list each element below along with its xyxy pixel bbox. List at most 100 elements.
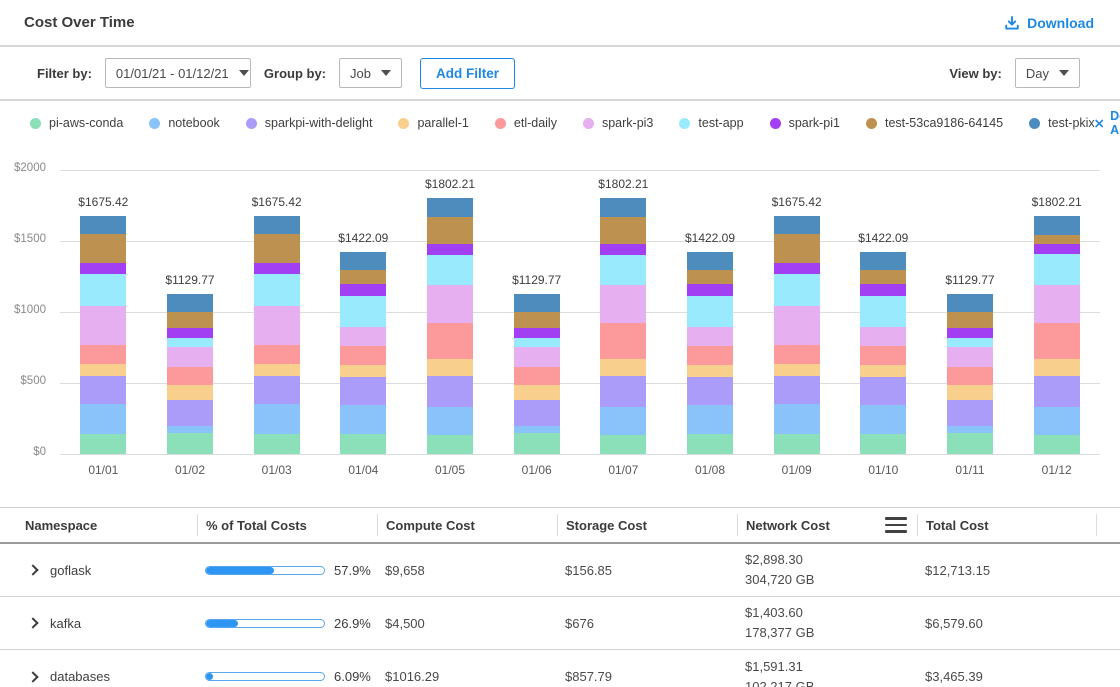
bar-segment-sparkpi-with-delight <box>427 376 473 407</box>
legend-item-label: spark-pi1 <box>789 116 840 130</box>
bar-segment-parallel-1 <box>947 385 993 400</box>
bar-segment-etl-daily <box>687 346 733 365</box>
bar-segment-pi-aws-conda <box>687 434 733 454</box>
legend-item-sparkpi-with-delight[interactable]: sparkpi-with-delight <box>246 116 373 130</box>
expand-chevron-icon[interactable] <box>27 671 38 682</box>
x-axis-tick-label: 01/09 <box>751 463 843 477</box>
bar-01/07[interactable] <box>600 198 646 454</box>
legend-item-test-app[interactable]: test-app <box>679 116 743 130</box>
column-header-label: Storage Cost <box>566 518 647 533</box>
legend-item-test-pkix[interactable]: test-pkix <box>1029 116 1095 130</box>
bar-01/02[interactable] <box>167 294 213 454</box>
progress-bar <box>205 672 325 681</box>
bar-segment-test-app <box>687 296 733 327</box>
legend-swatch <box>495 118 506 129</box>
bar-01/01[interactable] <box>80 216 126 454</box>
bar-01/09[interactable] <box>774 216 820 454</box>
bar-segment-etl-daily <box>254 345 300 364</box>
column-header-compute-cost: Compute Cost <box>377 514 557 536</box>
bar-segment-test-pkix <box>774 216 820 233</box>
pct-of-total-cell: 6.09% <box>197 669 377 684</box>
legend-item-pi-aws-conda[interactable]: pi-aws-conda <box>30 116 123 130</box>
legend-item-test-53ca9186-64145[interactable]: test-53ca9186-64145 <box>866 116 1003 130</box>
expand-chevron-icon[interactable] <box>27 617 38 628</box>
group-by-dropdown[interactable]: Job <box>339 58 402 88</box>
bar-total-label: $1802.21 <box>1011 195 1103 209</box>
bar-segment-spark-pi1 <box>514 328 560 339</box>
bar-segment-parallel-1 <box>340 365 386 377</box>
bar-01/05[interactable] <box>427 198 473 454</box>
storage-cost-cell: $156.85 <box>557 563 737 578</box>
compute-cost-cell: $9,658 <box>377 563 557 578</box>
legend-item-label: sparkpi-with-delight <box>265 116 373 130</box>
bar-01/03[interactable] <box>254 216 300 454</box>
total-cost-cell: $3,465.39 <box>917 669 1097 684</box>
bar-segment-etl-daily <box>427 323 473 360</box>
bar-segment-etl-daily <box>774 345 820 364</box>
bar-01/04[interactable] <box>340 252 386 454</box>
bar-total-label: $1802.21 <box>577 177 669 191</box>
download-button[interactable]: Download <box>1004 15 1094 31</box>
deselect-all-button[interactable]: Deselect All <box>1095 109 1120 137</box>
bar-segment-test-app <box>167 338 213 347</box>
bar-segment-test-53ca9186-64145 <box>947 312 993 327</box>
bar-segment-parallel-1 <box>687 365 733 377</box>
legend-item-spark-pi3[interactable]: spark-pi3 <box>583 116 653 130</box>
bar-segment-pi-aws-conda <box>167 433 213 454</box>
y-axis-tick-label: $500 <box>0 375 46 387</box>
bar-01/10[interactable] <box>860 252 906 454</box>
filter-bar: Filter by: 01/01/21 - 01/12/21 Group by:… <box>0 47 1120 101</box>
bar-01/06[interactable] <box>514 294 560 454</box>
bar-segment-pi-aws-conda <box>1034 435 1080 454</box>
bar-segment-pi-aws-conda <box>600 435 646 454</box>
column-header-label: Compute Cost <box>386 518 475 533</box>
x-axis-tick-label: 01/02 <box>144 463 236 477</box>
network-cost-value: $2,898.30 <box>745 550 917 570</box>
date-range-dropdown[interactable]: 01/01/21 - 01/12/21 <box>105 58 251 88</box>
legend-item-notebook[interactable]: notebook <box>149 116 219 130</box>
expand-chevron-icon[interactable] <box>27 564 38 575</box>
bar-01/11[interactable] <box>947 294 993 454</box>
namespace-cost-table: Namespace% of Total CostsCompute CostSto… <box>0 507 1120 687</box>
bar-segment-test-pkix <box>427 198 473 216</box>
bar-segment-spark-pi1 <box>167 328 213 339</box>
pct-value: 57.9% <box>334 563 371 578</box>
column-header-label: Network Cost <box>746 518 830 533</box>
bar-segment-notebook <box>860 405 906 434</box>
legend-swatch <box>866 118 877 129</box>
view-by-label: View by: <box>949 66 1002 81</box>
column-menu-icon[interactable] <box>885 517 907 533</box>
bar-segment-spark-pi3 <box>947 347 993 367</box>
bar-total-label: $1422.09 <box>664 231 756 245</box>
pct-value: 26.9% <box>334 616 371 631</box>
bar-segment-sparkpi-with-delight <box>514 400 560 426</box>
column-header--of-total-costs: % of Total Costs <box>197 514 377 536</box>
progress-bar <box>205 566 325 575</box>
chevron-down-icon <box>381 70 391 76</box>
legend-item-label: spark-pi3 <box>602 116 653 130</box>
bar-segment-sparkpi-with-delight <box>254 376 300 404</box>
bar-segment-spark-pi3 <box>427 285 473 323</box>
legend-item-etl-daily[interactable]: etl-daily <box>495 116 557 130</box>
namespace-cell: databases <box>17 669 197 684</box>
bar-segment-sparkpi-with-delight <box>600 376 646 407</box>
bar-segment-test-pkix <box>1034 216 1080 235</box>
bar-segment-test-pkix <box>600 198 646 216</box>
view-by-dropdown[interactable]: Day <box>1015 58 1080 88</box>
bar-segment-test-pkix <box>254 216 300 233</box>
bar-segment-sparkpi-with-delight <box>687 377 733 405</box>
legend-item-parallel-1[interactable]: parallel-1 <box>398 116 468 130</box>
bar-segment-sparkpi-with-delight <box>167 400 213 426</box>
bar-01/08[interactable] <box>687 252 733 454</box>
bar-segment-parallel-1 <box>80 364 126 376</box>
bar-segment-test-pkix <box>80 216 126 233</box>
legend-item-spark-pi1[interactable]: spark-pi1 <box>770 116 840 130</box>
bar-segment-sparkpi-with-delight <box>947 400 993 426</box>
x-axis-tick-label: 01/11 <box>924 463 1016 477</box>
add-filter-button[interactable]: Add Filter <box>420 58 515 89</box>
bar-segment-parallel-1 <box>427 359 473 376</box>
progress-bar <box>205 619 325 628</box>
bar-01/12[interactable] <box>1034 216 1080 454</box>
bar-segment-test-pkix <box>340 252 386 270</box>
namespace-label: goflask <box>50 563 91 578</box>
